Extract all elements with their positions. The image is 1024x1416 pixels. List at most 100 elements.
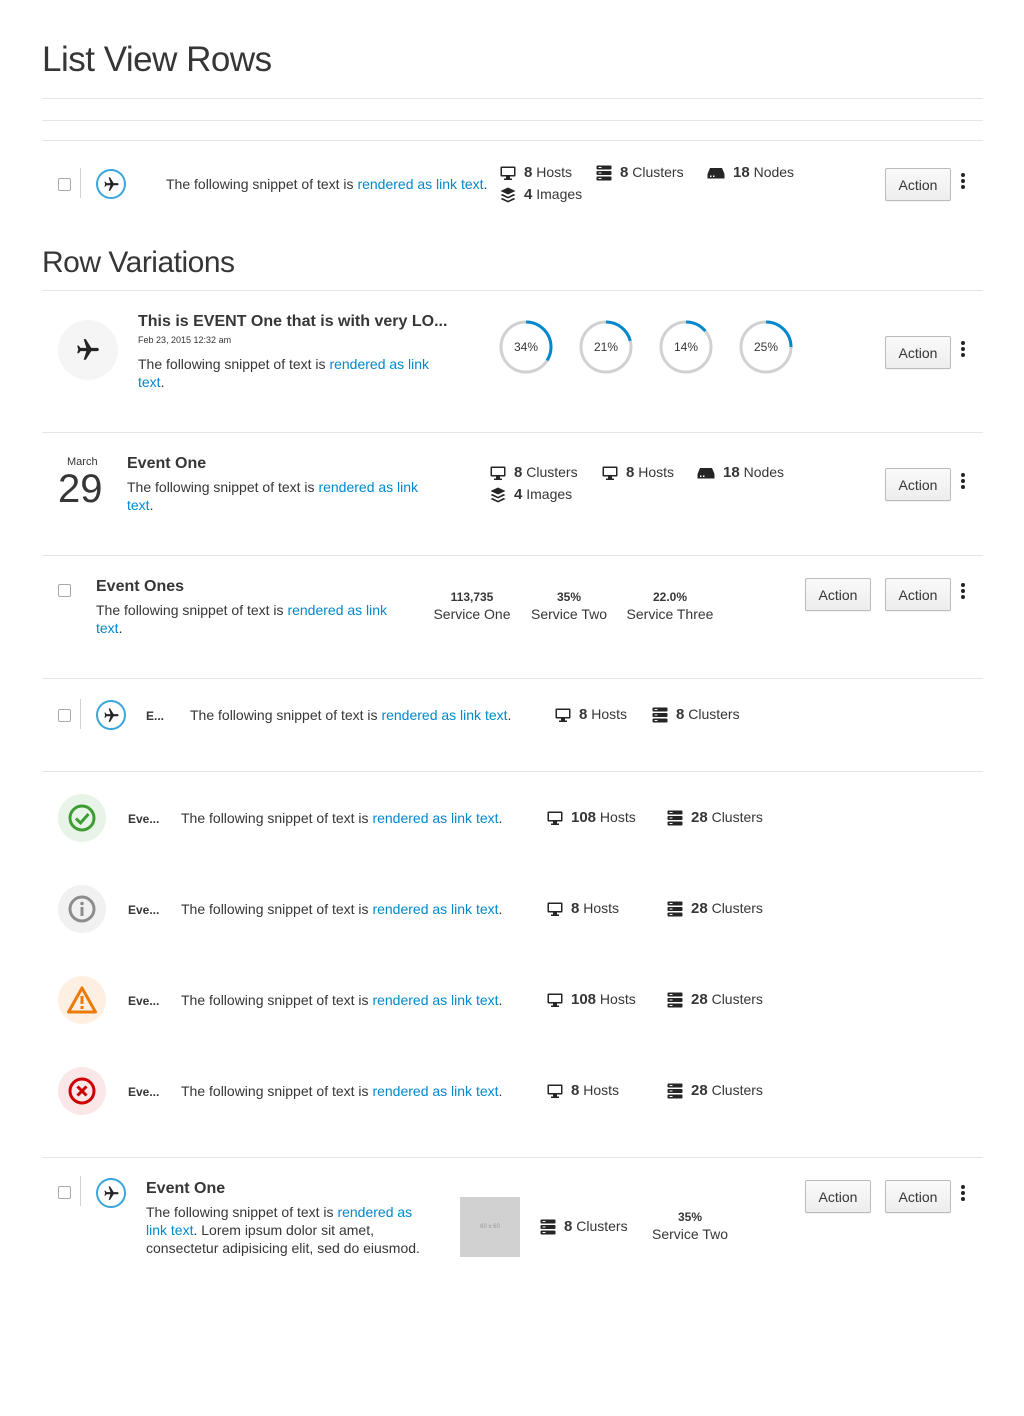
desktop-icon [490, 466, 506, 480]
hosts-stat: 108 Hosts [547, 991, 636, 1008]
row-description: The following snippet of text is rendere… [138, 356, 430, 390]
kebab-menu-icon[interactable] [960, 341, 966, 357]
thumbnail-image: 60 x 60 [460, 1197, 520, 1257]
divider [42, 98, 983, 99]
hosts-stat: 8 Hosts [602, 464, 674, 481]
service-two-stat: 35% Service Two [531, 590, 607, 622]
clusters-stat: 28 Clusters [667, 900, 763, 917]
cluster-icon [540, 1219, 556, 1235]
image-layers-icon [490, 487, 506, 503]
row-heading: E... [146, 709, 165, 723]
donut-chart: 14% [659, 320, 713, 374]
plane-icon [58, 320, 118, 380]
row-heading: This is EVENT One that is with very LO..… [138, 313, 448, 330]
row-description: The following snippet of text is rendere… [190, 707, 512, 723]
divider [42, 290, 983, 291]
row-heading: Event One [127, 455, 207, 472]
service-three-stat: 22.0% Service Three [626, 590, 714, 622]
row-heading: Event One [146, 1180, 226, 1197]
donut-label: 14% [673, 340, 699, 354]
divider [42, 432, 983, 433]
row-checkbox[interactable] [58, 178, 71, 191]
cluster-icon [667, 901, 683, 917]
hosts-stat: 8 Hosts [500, 164, 572, 181]
divider [42, 120, 983, 121]
action-button[interactable]: Action [885, 468, 951, 501]
donut-chart: 25% [739, 320, 793, 374]
desktop-icon [547, 993, 563, 1007]
row-heading: Eve... [128, 1085, 160, 1099]
row-heading: Event Ones [96, 578, 185, 595]
description-suffix: . [483, 176, 488, 192]
desktop-icon [547, 902, 563, 916]
image-layers-icon [500, 187, 516, 203]
divider [42, 140, 983, 141]
page-title: List View Rows [42, 40, 272, 79]
clusters-stat: 28 Clusters [667, 809, 763, 826]
donut-label: 34% [513, 340, 539, 354]
warning-triangle-icon [58, 976, 106, 1024]
description-text: The following snippet of text is [166, 176, 358, 192]
cluster-icon [596, 165, 612, 181]
divider [42, 678, 983, 679]
clusters-stat: 8 Clusters [490, 464, 578, 481]
cluster-icon [667, 810, 683, 826]
action-button[interactable]: Action [885, 168, 951, 201]
kebab-menu-icon[interactable] [960, 583, 966, 599]
desktop-icon [555, 708, 571, 722]
plane-icon [96, 1178, 126, 1208]
kebab-menu-icon[interactable] [960, 473, 966, 489]
action-button-2[interactable]: Action [885, 578, 951, 611]
row-heading: Eve... [128, 903, 160, 917]
plane-icon [96, 169, 126, 199]
divider [42, 1157, 983, 1158]
clusters-stat: 28 Clusters [667, 991, 763, 1008]
row-description: The following snippet of text is rendere… [146, 1204, 420, 1256]
row-separator [80, 1176, 81, 1206]
hosts-stat: 8 Hosts [547, 1082, 619, 1099]
donut-chart: 34% [499, 320, 553, 374]
row-checkbox[interactable] [58, 1186, 71, 1199]
service-two-stat: 35% Service Two [652, 1210, 728, 1242]
images-stat: 4 Images [490, 486, 572, 503]
divider [42, 555, 983, 556]
desktop-icon [547, 1084, 563, 1098]
container-node-icon [697, 467, 715, 479]
cluster-icon [667, 992, 683, 1008]
clusters-stat: 8 Clusters [652, 706, 740, 723]
donut-label: 25% [753, 340, 779, 354]
row-separator [80, 168, 81, 198]
nodes-stat: 18 Nodes [707, 164, 794, 181]
cluster-icon [667, 1083, 683, 1099]
row-timestamp: Feb 23, 2015 12:32 am [138, 335, 232, 345]
nodes-stat: 18 Nodes [697, 464, 784, 481]
action-button[interactable]: Action [885, 336, 951, 369]
images-stat: 4 Images [500, 186, 582, 203]
row-checkbox[interactable] [58, 584, 71, 597]
action-button-1[interactable]: Action [805, 578, 871, 611]
service-one-stat: 113,735 Service One [433, 590, 511, 622]
plane-icon [96, 700, 126, 730]
row-checkbox[interactable] [58, 709, 71, 722]
row-description: The following snippet of text is rendere… [181, 1083, 503, 1099]
row-heading: Eve... [128, 994, 160, 1008]
hosts-stat: 8 Hosts [555, 706, 627, 723]
row-description: The following snippet of text is rendere… [181, 810, 503, 826]
divider [42, 771, 983, 772]
desktop-icon [500, 166, 516, 180]
action-button-1[interactable]: Action [805, 1180, 871, 1213]
row-description: The following snippet of text is rendere… [96, 602, 388, 636]
donut-chart: 21% [579, 320, 633, 374]
cluster-icon [652, 707, 668, 723]
action-button-2[interactable]: Action [885, 1180, 951, 1213]
row-description: The following snippet of text is rendere… [181, 992, 503, 1008]
kebab-menu-icon[interactable] [960, 173, 966, 189]
clusters-stat: 8 Clusters [540, 1218, 628, 1235]
date-day: 29 [58, 467, 103, 511]
desktop-icon [547, 811, 563, 825]
kebab-menu-icon[interactable] [960, 1185, 966, 1201]
clusters-stat: 8 Clusters [596, 164, 684, 181]
description-link[interactable]: rendered as link text [357, 176, 483, 192]
check-circle-icon [58, 794, 106, 842]
clusters-stat: 28 Clusters [667, 1082, 763, 1099]
